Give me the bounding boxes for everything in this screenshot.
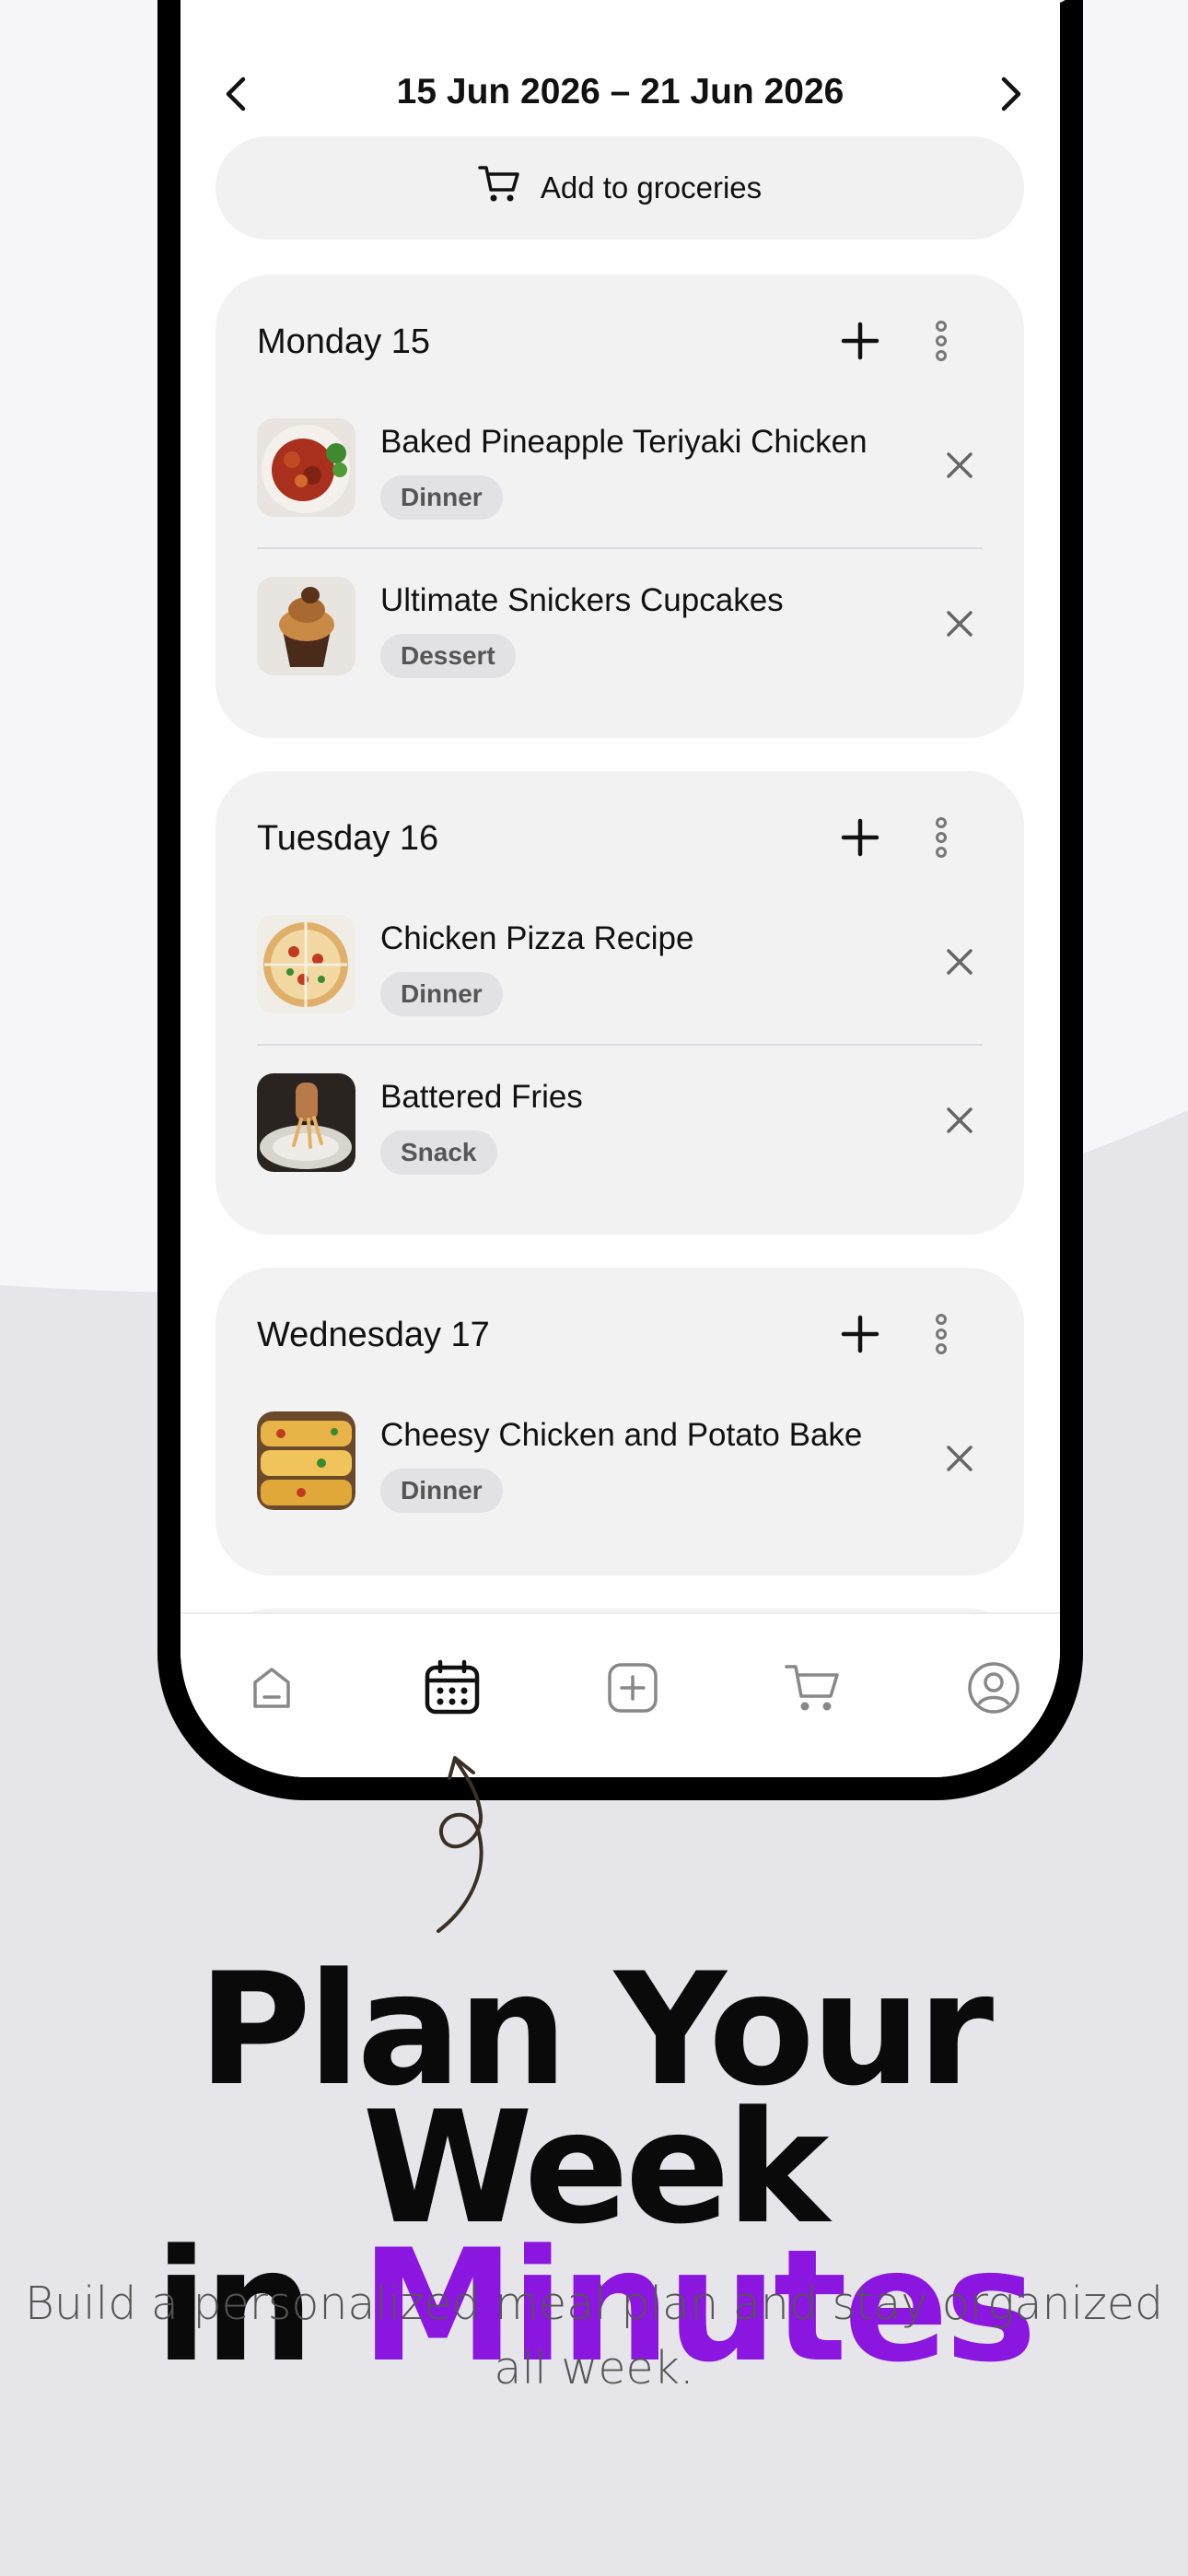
add-meal-button[interactable] xyxy=(833,1306,888,1362)
more-options-icon[interactable] xyxy=(914,810,969,865)
marketing-subtitle: Build a personalized meal plan and stay … xyxy=(24,2277,1164,2395)
meal-thumbnail xyxy=(257,418,355,517)
remove-meal-icon[interactable] xyxy=(937,1435,983,1481)
more-options-icon[interactable] xyxy=(914,313,969,369)
meal-thumbnail xyxy=(257,1073,355,1172)
headline-line-1: Plan Your Week xyxy=(197,1939,994,2258)
add-to-groceries-button[interactable]: Add to groceries xyxy=(215,136,1024,240)
meal-row[interactable]: Ultimate Snickers Cupcakes Dessert xyxy=(257,547,983,704)
week-range-title: 15 Jun 2026 – 21 Jun 2026 xyxy=(396,72,844,111)
meal-name: Baked Pineapple Teriyaki Chicken xyxy=(380,424,868,460)
remove-meal-icon[interactable] xyxy=(937,601,983,647)
day-title: Wednesday 17 xyxy=(257,1316,490,1354)
day-title: Tuesday 16 xyxy=(257,819,439,858)
more-options-icon[interactable] xyxy=(914,1306,969,1362)
cart-icon xyxy=(478,164,520,212)
remove-meal-icon[interactable] xyxy=(937,1097,983,1143)
day-card-monday: Monday 15 Baked Pineapple Teriyaki Chick… xyxy=(215,275,1024,738)
remove-meal-icon[interactable] xyxy=(937,442,983,488)
meal-tag: Dessert xyxy=(380,634,516,678)
chevron-right-icon[interactable] xyxy=(991,74,1031,114)
add-to-groceries-label: Add to groceries xyxy=(540,170,763,205)
meal-name: Cheesy Chicken and Potato Bake xyxy=(380,1417,863,1453)
remove-meal-icon[interactable] xyxy=(937,939,983,985)
meal-name: Ultimate Snickers Cupcakes xyxy=(380,582,784,618)
meal-thumbnail xyxy=(257,1411,355,1510)
meal-name: Chicken Pizza Recipe xyxy=(380,920,694,956)
meal-tag: Dinner xyxy=(380,972,503,1016)
bottom-nav xyxy=(181,1612,1060,1777)
meal-row[interactable]: Chicken Pizza Recipe Dinner xyxy=(257,887,983,1044)
meal-name: Battered Fries xyxy=(380,1079,583,1115)
meal-tag: Snack xyxy=(380,1130,497,1175)
meal-thumbnail xyxy=(257,915,355,1013)
add-meal-button[interactable] xyxy=(833,313,888,369)
meal-row[interactable]: Battered Fries Snack xyxy=(257,1044,983,1200)
meal-tag: Dinner xyxy=(380,475,503,520)
day-title: Monday 15 xyxy=(257,322,431,361)
day-card-wednesday: Wednesday 17 Cheesy Chicken and Potato B… xyxy=(215,1268,1024,1575)
meal-thumbnail xyxy=(257,577,355,675)
profile-icon[interactable] xyxy=(957,1651,1031,1725)
meal-tag: Dinner xyxy=(380,1469,503,1513)
add-square-icon[interactable] xyxy=(596,1651,670,1725)
calendar-icon[interactable] xyxy=(415,1651,489,1725)
cart-icon[interactable] xyxy=(776,1651,850,1725)
home-icon[interactable] xyxy=(235,1651,309,1725)
app-screen: 15 Jun 2026 – 21 Jun 2026 Add to groceri… xyxy=(181,0,1060,1777)
day-card-tuesday: Tuesday 16 Chicken Pizza Recipe Dinner B… xyxy=(215,771,1024,1235)
meal-row[interactable]: Cheesy Chicken and Potato Bake Dinner xyxy=(257,1384,983,1540)
week-header: 15 Jun 2026 – 21 Jun 2026 xyxy=(181,46,1060,138)
add-meal-button[interactable] xyxy=(833,810,888,865)
curly-arrow-icon xyxy=(437,1756,483,1933)
meal-row[interactable]: Baked Pineapple Teriyaki Chicken Dinner xyxy=(257,391,983,547)
